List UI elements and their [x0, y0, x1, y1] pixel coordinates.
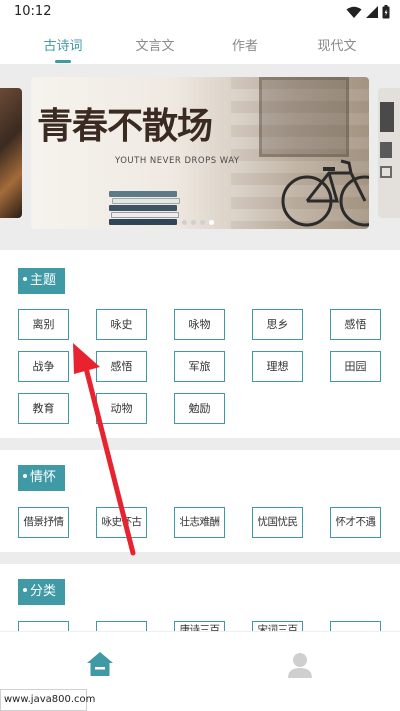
bicycle-illustration — [281, 159, 369, 227]
section-divider — [0, 438, 400, 450]
pager-dot — [200, 220, 205, 225]
chip-theme[interactable]: 感悟 — [330, 309, 381, 340]
chip-theme[interactable]: 咏物 — [174, 309, 225, 340]
chip-theme[interactable]: 思乡 — [252, 309, 303, 340]
chip-theme[interactable]: 勉励 — [174, 393, 225, 424]
chip-feeling[interactable]: 忧国忧民 — [252, 507, 303, 538]
battery-icon — [382, 5, 390, 19]
section-title-theme: 主题 — [18, 268, 65, 294]
chip-category[interactable] — [96, 621, 147, 631]
chip-feeling[interactable]: 壮志难酬 — [174, 507, 225, 538]
user-icon[interactable] — [286, 651, 314, 679]
banner-title: 青春不散场 — [37, 105, 213, 147]
chip-category[interactable]: 宋词三百 — [252, 621, 303, 631]
section-feeling: 情怀 借景抒情 咏史怀古 壮志难酬 忧国忧民 怀才不遇 — [0, 450, 400, 552]
pager-dot-active — [209, 220, 214, 225]
chip-theme[interactable]: 军旅 — [174, 351, 225, 382]
banner-pager — [182, 220, 214, 226]
chip-theme[interactable]: 战争 — [18, 351, 69, 382]
section-divider — [0, 552, 400, 564]
top-tabs: 古诗词 文言文 作者 现代文 — [0, 26, 400, 64]
books-illustration — [109, 189, 180, 229]
chip-theme[interactable]: 离别 — [18, 309, 69, 340]
chip-feeling[interactable]: 借景抒情 — [18, 507, 69, 538]
banner-subtitle: YOUTH NEVER DROPS WAY — [115, 156, 240, 166]
chip-theme[interactable]: 田园 — [330, 351, 381, 382]
chip-theme[interactable]: 理想 — [252, 351, 303, 382]
chip-theme[interactable]: 感悟 — [96, 351, 147, 382]
chip-category[interactable]: 唐诗三百 — [174, 621, 225, 631]
section-title-category: 分类 — [18, 579, 65, 605]
status-bar: 10:12 — [0, 0, 400, 24]
wifi-icon — [346, 6, 362, 18]
tab-authors[interactable]: 作者 — [205, 35, 285, 54]
active-tab-indicator — [55, 60, 71, 63]
section-title-text: 分类 — [30, 584, 57, 599]
section-title-text: 主题 — [30, 273, 57, 288]
section-category: 分类 唐诗三百 宋词三百 — [0, 564, 400, 631]
chip-category[interactable] — [18, 621, 69, 631]
watermark: www.java800.com — [0, 689, 95, 711]
section-title-text: 情怀 — [30, 470, 57, 485]
section-title-feeling: 情怀 — [18, 465, 65, 491]
tab-poetry[interactable]: 古诗词 — [23, 35, 103, 54]
chip-feeling[interactable]: 咏史怀古 — [96, 507, 147, 538]
pager-dot — [191, 220, 196, 225]
status-time: 10:12 — [14, 4, 52, 19]
tab-modern-prose[interactable]: 现代文 — [297, 35, 377, 54]
banner-prev-slide[interactable] — [0, 88, 22, 218]
pager-dot — [182, 220, 187, 225]
status-icons — [346, 5, 390, 19]
home-icon[interactable] — [86, 651, 114, 677]
chip-category[interactable] — [330, 621, 381, 631]
chip-theme[interactable]: 咏史 — [96, 309, 147, 340]
chip-theme[interactable]: 教育 — [18, 393, 69, 424]
section-theme: 主题 离别 咏史 咏物 思乡 感悟 战争 感悟 军旅 理想 田园 教育 动物 勉… — [0, 250, 400, 440]
tab-classical-prose[interactable]: 文言文 — [115, 35, 195, 54]
chip-feeling[interactable]: 怀才不遇 — [330, 507, 381, 538]
chip-theme[interactable]: 动物 — [96, 393, 147, 424]
banner-next-slide[interactable] — [378, 88, 400, 218]
banner-slide[interactable]: 青春不散场 YOUTH NEVER DROPS WAY — [31, 77, 369, 229]
signal-icon — [366, 5, 378, 18]
